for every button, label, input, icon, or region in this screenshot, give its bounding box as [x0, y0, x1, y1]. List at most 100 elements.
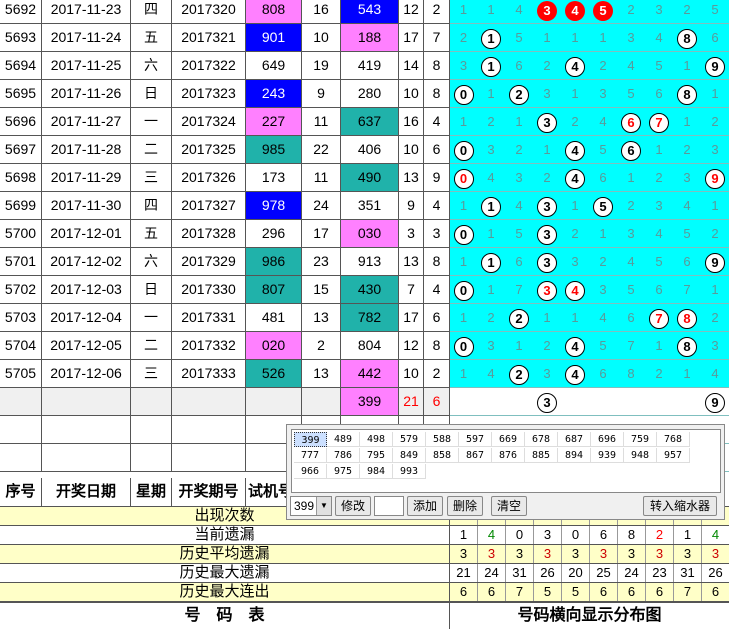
combo-item[interactable]: 597 [459, 432, 492, 447]
miss-count: 3 [655, 198, 663, 213]
combo-item[interactable]: 759 [624, 432, 657, 447]
grid-cell: 5 [505, 24, 534, 52]
summary-value: 5 [534, 583, 562, 601]
miss-count: 6 [599, 170, 607, 185]
draw-ball: 6 [621, 112, 641, 133]
row-issue: 2017330 [172, 276, 246, 304]
summary-row: 当前遗漏 1 4 0 3 0 6 8 2 1 4 [0, 526, 729, 545]
combo-item[interactable]: 678 [525, 432, 558, 447]
draw-ball: 9 [705, 252, 725, 273]
summary-value: 24 [618, 564, 646, 582]
combo-input[interactable] [374, 496, 404, 516]
row-trial: 901 [246, 24, 302, 52]
combo-item[interactable]: 795 [360, 448, 393, 463]
grid-cell: 1 [533, 136, 562, 164]
grid-cell: 1 [673, 108, 702, 136]
miss-count: 2 [515, 142, 523, 157]
miss-count: 6 [711, 30, 719, 45]
combo-item[interactable]: 687 [558, 432, 591, 447]
grid-cell: 1 [477, 220, 506, 248]
summary-value: 3 [478, 545, 506, 563]
grid-cell: 6 [505, 52, 534, 80]
miss-count: 1 [571, 86, 579, 101]
delete-button[interactable]: 删除 [447, 496, 483, 516]
to-shrinker-button[interactable]: 转入缩水器 [643, 496, 717, 516]
combo-item[interactable]: 786 [327, 448, 360, 463]
summary-value: 3 [618, 545, 646, 563]
combo-select[interactable]: 399 ▼ [290, 496, 332, 516]
combo-item[interactable]: 669 [492, 432, 525, 447]
grid-cell: 1 [589, 220, 618, 248]
miss-count: 6 [627, 310, 635, 325]
combo-item[interactable]: 993 [393, 464, 426, 479]
grid-cell: 2 [505, 360, 534, 388]
add-button[interactable]: 添加 [407, 496, 443, 516]
combo-item[interactable]: 984 [360, 464, 393, 479]
row-sum: 12 [399, 0, 424, 24]
combo-item[interactable]: 966 [294, 464, 327, 479]
summary-value: 6 [450, 583, 478, 601]
grid-cell: 3 [645, 0, 674, 24]
miss-count: 6 [683, 254, 691, 269]
modify-button[interactable]: 修改 [335, 496, 371, 516]
miss-count: 2 [599, 58, 607, 73]
combo-item[interactable]: 948 [624, 448, 657, 463]
forecast-ball: 3 [537, 392, 557, 413]
combo-item[interactable]: 885 [525, 448, 558, 463]
row-sum: 13 [399, 164, 424, 192]
summary-value: 1 [450, 526, 478, 544]
draw-ball: 8 [677, 84, 697, 105]
summary-value: 20 [562, 564, 590, 582]
grid-cell: 5 [673, 220, 702, 248]
grid-cell: 9 [701, 164, 729, 192]
row-date: 2017-12-06 [42, 360, 131, 388]
draw-ball: 7 [649, 112, 669, 133]
grid-cell: 1 [450, 108, 478, 136]
grid-cell: 3 [617, 220, 646, 248]
draw-ball: 2 [509, 364, 529, 385]
forecast-grid-cell: 9 [701, 388, 729, 416]
grid-cell: 2 [477, 304, 506, 332]
grid-cell: 1 [450, 192, 478, 220]
summary-label: 历史最大遗漏 [0, 564, 450, 583]
row-sum: 13 [399, 248, 424, 276]
forecast-s2: 21 [399, 388, 424, 416]
combo-item[interactable]: 489 [327, 432, 360, 447]
combo-item[interactable]: 498 [360, 432, 393, 447]
clear-button[interactable]: 清空 [491, 496, 527, 516]
miss-count: 5 [627, 282, 635, 297]
row-span: 8 [424, 80, 450, 108]
miss-count: 3 [683, 170, 691, 185]
combo-item[interactable]: 858 [426, 448, 459, 463]
miss-count: 5 [515, 30, 523, 45]
combo-item[interactable]: 957 [657, 448, 690, 463]
combo-item[interactable]: 849 [393, 448, 426, 463]
summary-value: 3 [534, 545, 562, 563]
grid-cell: 2 [701, 304, 729, 332]
miss-count: 1 [711, 282, 719, 297]
combo-item[interactable]: 579 [393, 432, 426, 447]
combo-item[interactable]: 588 [426, 432, 459, 447]
combo-item[interactable]: 696 [591, 432, 624, 447]
combo-item[interactable]: 768 [657, 432, 690, 447]
grid-cell: 4 [617, 52, 646, 80]
grid-cell: 1 [533, 304, 562, 332]
combo-item[interactable]: 876 [492, 448, 525, 463]
grid-cell: 2 [617, 192, 646, 220]
miss-count: 1 [487, 2, 495, 17]
combo-item[interactable]: 777 [294, 448, 327, 463]
combo-item[interactable]: 939 [591, 448, 624, 463]
combo-list[interactable]: 399 489 498 579 588 597 669 678 687 696 759 768 777 7… [291, 429, 721, 493]
draw-ball: 4 [565, 140, 585, 161]
combo-item[interactable]: 867 [459, 448, 492, 463]
summary-value: 24 [478, 564, 506, 582]
row-no: 5703 [0, 304, 42, 332]
combo-item[interactable]: 894 [558, 448, 591, 463]
grid-cell: 3 [450, 52, 478, 80]
combo-item[interactable]: 399 [294, 432, 327, 447]
combo-item[interactable]: 975 [327, 464, 360, 479]
grid-cell: 3 [617, 24, 646, 52]
miss-count: 1 [627, 170, 635, 185]
row-span: 4 [424, 108, 450, 136]
footer-left-title: 号 码 表 [0, 603, 450, 629]
